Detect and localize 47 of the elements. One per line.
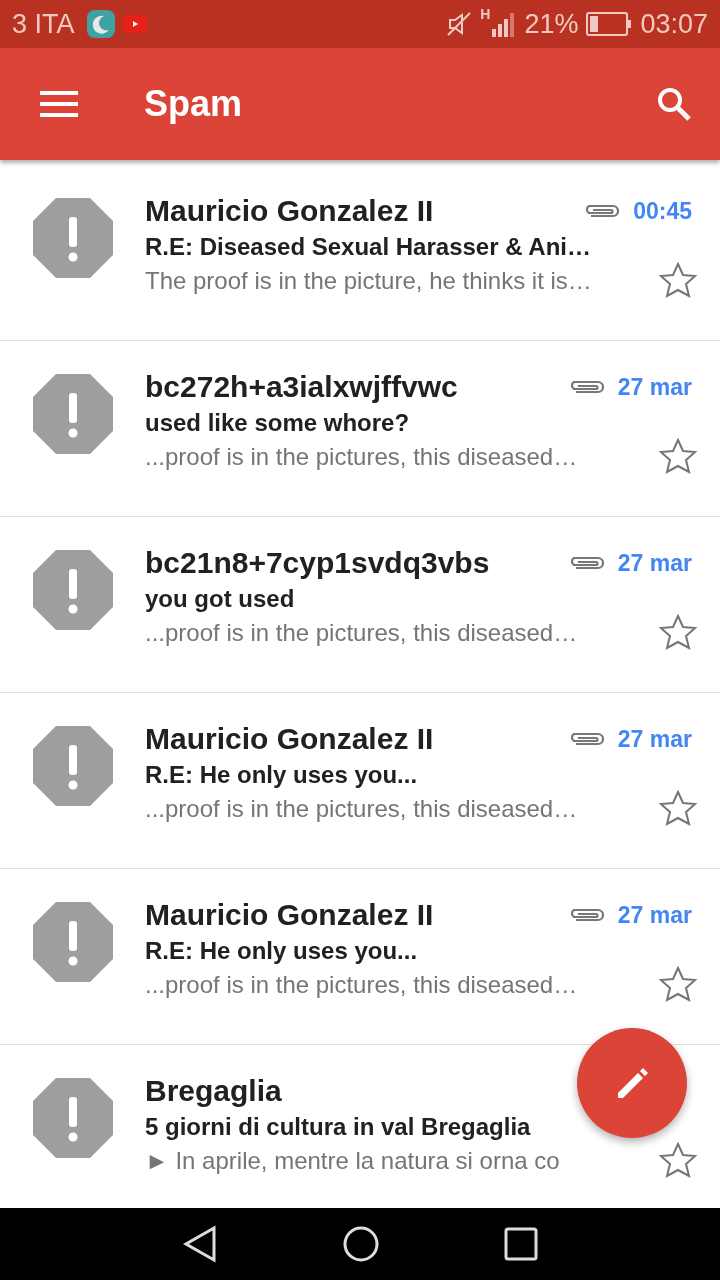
warning-octagon-icon	[32, 373, 114, 455]
warning-octagon-icon	[32, 549, 114, 631]
email-subject: R.E: He only uses you...	[145, 937, 419, 965]
email-subject: you got used	[145, 585, 296, 613]
email-subject: 5 giorni di cultura in val Bregaglia	[145, 1113, 532, 1141]
video-app-icon	[122, 15, 147, 33]
moon-app-icon	[86, 10, 115, 38]
email-date: 27 mar	[617, 549, 692, 577]
network-type: H	[480, 6, 491, 22]
compose-button[interactable]	[577, 1028, 687, 1138]
battery-icon	[586, 12, 633, 36]
sender-name: Bregaglia	[145, 1074, 282, 1108]
email-subject: used like some whore?	[145, 409, 411, 437]
clock-time: 03:07	[640, 8, 708, 40]
recents-button[interactable]	[504, 1227, 538, 1261]
email-subject: R.E: He only uses you...	[145, 761, 419, 789]
email-date: 27 mar	[617, 373, 692, 401]
sender-name: Mauricio Gonzalez II	[145, 722, 434, 756]
warning-octagon-icon	[32, 725, 114, 807]
email-preview: The proof is in the picture, he thinks it is…	[145, 267, 592, 295]
email-date: 27 mar	[617, 901, 692, 929]
carrier-name: 3 ITA	[12, 8, 75, 40]
email-row[interactable]: Mauricio Gonzalez II 27 mar R.E: He only uses you... ...proof is in the pictures, this diseased…	[0, 693, 720, 869]
email-row[interactable]: Mauricio Gonzalez II 00:45 R.E: Diseased Sexual Harasser & Ani… The proof is in the picture, he thinks it is…	[0, 165, 720, 341]
sender-name: bc21n8+7cyp1svdq3vbs	[145, 546, 490, 580]
back-button[interactable]	[182, 1225, 218, 1263]
sender-name: Mauricio Gonzalez II	[145, 194, 434, 228]
email-preview: ...proof is in the pictures, this diseased…	[145, 795, 578, 823]
email-subject: R.E: Diseased Sexual Harasser & Ani…	[145, 233, 592, 261]
mute-icon	[446, 11, 473, 37]
email-date: 00:45	[633, 197, 692, 225]
battery-percent: 21%	[524, 8, 579, 40]
signal-icon	[492, 11, 517, 37]
home-button[interactable]	[342, 1225, 380, 1263]
email-date: 27 mar	[617, 725, 692, 753]
email-preview: ...proof is in the pictures, this diseased…	[145, 971, 578, 999]
sender-name: bc272h+a3ialxwjffvwc	[145, 370, 458, 404]
email-row[interactable]: bc272h+a3ialxwjffvwc 27 mar used like some whore? ...proof is in the pictures, this diseased…	[0, 341, 720, 517]
sender-name: Mauricio Gonzalez II	[145, 898, 434, 932]
email-preview: ► In aprile, mentre la natura si orna co	[145, 1147, 560, 1175]
warning-octagon-icon	[32, 197, 114, 279]
warning-octagon-icon	[32, 1077, 114, 1159]
email-preview: ...proof is in the pictures, this diseased…	[145, 443, 578, 471]
email-preview: ...proof is in the pictures, this diseased…	[145, 619, 578, 647]
warning-octagon-icon	[32, 901, 114, 983]
email-row[interactable]: bc21n8+7cyp1svdq3vbs 27 mar you got used ...proof is in the pictures, this diseased…	[0, 517, 720, 693]
folder-title: Spam	[144, 83, 243, 125]
